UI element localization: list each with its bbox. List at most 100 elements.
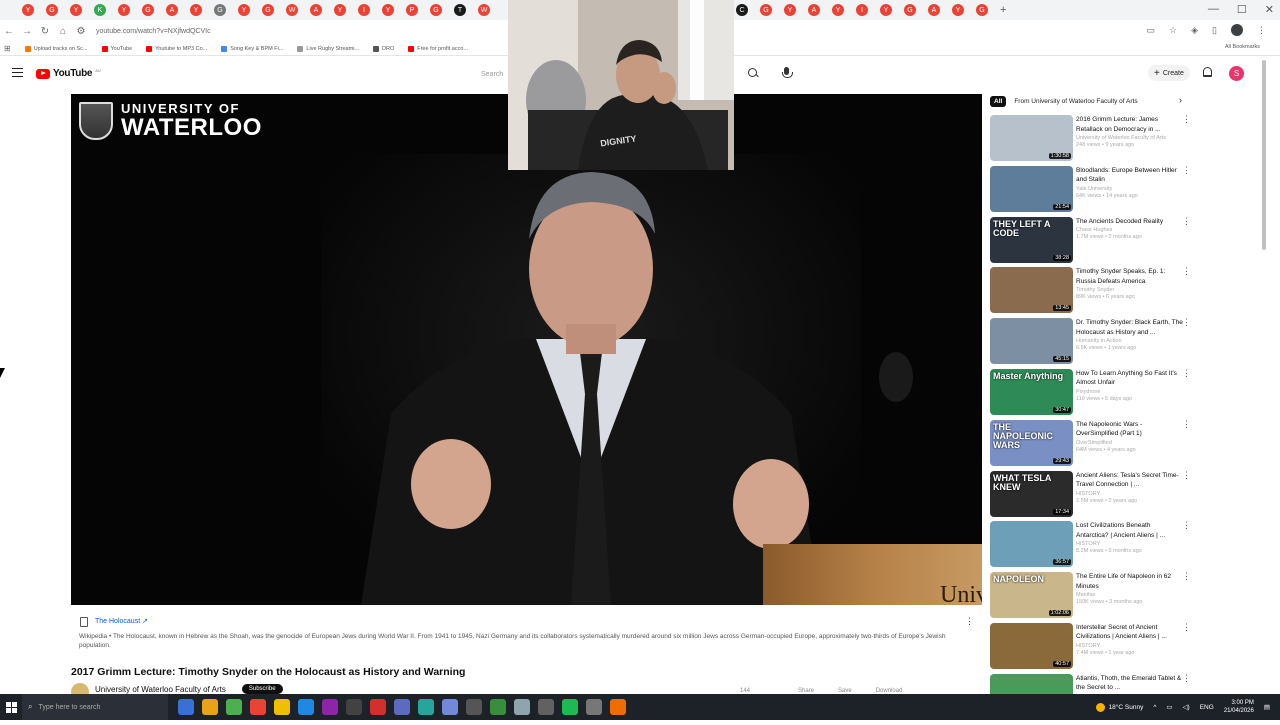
recommendation-channel[interactable]: Humanity in Action [1076,338,1183,344]
recommendation-title[interactable]: 2016 Grimm Lecture: James Retallack on D… [1076,115,1183,134]
maximize-icon[interactable]: ☐ [1237,3,1247,16]
taskbar-app-icon[interactable] [514,699,530,715]
browser-tab[interactable]: A [928,4,940,16]
recommendation-title[interactable]: How To Learn Anything So Fast It's Almos… [1076,369,1183,388]
browser-tab[interactable]: I [856,4,868,16]
video-thumbnail[interactable]: 13:45 [990,267,1073,314]
sidebar-icon[interactable]: ▯ [1212,25,1217,36]
new-tab-icon[interactable]: + [1000,4,1006,16]
forward-icon[interactable]: → [18,26,36,37]
browser-tab[interactable]: Y [952,4,964,16]
taskbar-app-icon[interactable] [250,699,266,715]
extensions-icon[interactable]: ◈ [1191,25,1198,36]
taskbar-app-icon[interactable] [346,699,362,715]
more-options-icon[interactable]: ⋮ [1182,318,1191,327]
recommendation-title[interactable]: The Entire Life of Napoleon in 62 Minute… [1076,572,1183,591]
browser-tab[interactable]: G [976,4,988,16]
cast-icon[interactable]: ▭ [1147,25,1156,36]
search-icon[interactable] [748,68,757,77]
browser-tab[interactable]: W [478,4,490,16]
browser-tab[interactable]: Y [832,4,844,16]
video-player[interactable]: Univ UNIVERSITY OF WATERLOO [71,94,982,605]
bookmark-item[interactable]: Upload tracks on Sc... [24,45,88,52]
url-field[interactable]: youtube.com/watch?v=NXjfwdQCVIc [96,28,211,35]
recommendation-title[interactable]: Atlantis, Thoth, the Emerald Tablet & th… [1076,674,1183,693]
back-icon[interactable]: ← [0,26,18,37]
bookmark-star-icon[interactable]: ☆ [1169,25,1177,36]
browser-tab[interactable]: I [358,4,370,16]
more-options-icon[interactable]: ⋮ [1182,267,1191,276]
notifications-icon[interactable]: ▤ [1264,703,1270,711]
recommendation-title[interactable]: Timothy Snyder Speaks, Ep. 1: Russia Def… [1076,267,1183,286]
browser-tab[interactable]: G [46,4,58,16]
recommendation-title[interactable]: The Ancients Decoded Reality [1076,217,1183,227]
chevron-up-icon[interactable]: ^ [1153,704,1156,711]
browser-tab[interactable]: Y [70,4,82,16]
taskbar-app-icon[interactable] [370,699,386,715]
taskbar-app-icon[interactable] [466,699,482,715]
browser-tab[interactable]: C [736,4,748,16]
subscribe-button[interactable]: Subscribe [241,684,283,694]
close-icon[interactable]: ✕ [1265,3,1274,16]
video-thumbnail[interactable]: WHAT TESLA KNEW 17:34 [990,470,1073,517]
recommendation-channel[interactable]: Yale University [1076,186,1183,192]
bookmark-item[interactable]: Youtube to MP3 Co... [146,45,207,52]
recommendation-title[interactable]: Interstellar Secret of Ancient Civilizat… [1076,623,1183,642]
recommendation-channel[interactable]: Pixydrone [1076,389,1183,395]
windows-start-icon[interactable] [0,694,22,720]
browser-tab[interactable]: Y [22,4,34,16]
browser-tab[interactable]: G [430,4,442,16]
more-options-icon[interactable]: ⋮ [965,616,974,627]
taskbar-app-icon[interactable] [418,699,434,715]
recommendation-channel[interactable]: Timothy Snyder [1076,287,1183,293]
more-options-icon[interactable]: ⋮ [1182,419,1191,429]
more-options-icon[interactable]: ⋮ [1182,673,1191,683]
search-input[interactable]: Search [476,71,503,78]
create-button[interactable]: + Create [1148,65,1190,81]
channel-name[interactable]: University of Waterloo Faculty of Arts [95,685,226,694]
recommendation-item[interactable]: 40:57 Interstellar Secret of Ancient Civi… [990,622,1200,674]
volume-icon[interactable]: ◁) [1183,703,1190,711]
recommendation-item[interactable]: NAPOLEON 1:02:06 The Entire Life of Napole… [990,572,1200,623]
video-thumbnail[interactable]: THEY LEFT A CODE 38:28 [990,216,1073,263]
bookmark-item[interactable]: YouTube [101,45,132,52]
recommendation-channel[interactable]: University of Waterloo Faculty of Arts [1076,135,1183,141]
recommendation-item[interactable]: 1:30:58 2016 Grimm Lecture: James Retalla… [990,115,1200,166]
browser-tab[interactable]: G [142,4,154,16]
more-options-icon[interactable]: ⋮ [1182,115,1191,124]
chevron-right-icon[interactable]: › [1179,95,1182,105]
bookmark-item[interactable]: Song Key & BPM Fi... [221,45,283,52]
taskbar-app-icon[interactable] [394,699,410,715]
recommendation-channel[interactable]: HISTORY [1076,541,1183,547]
recommendation-item[interactable]: 45:15 Dr. Timothy Snyder: Black Earth, Th… [990,318,1200,369]
video-thumbnail[interactable]: 36:57 [990,521,1073,568]
bookmark-item[interactable]: Live Rugby Streami... [297,45,359,52]
recommendation-item[interactable]: WHAT TESLA KNEW 17:34 Ancient Aliens: Tesl… [990,470,1200,522]
browser-tab[interactable]: G [760,4,772,16]
recommendation-channel[interactable]: Manifas [1076,592,1183,598]
chip-all[interactable]: All [990,95,1007,107]
more-options-icon[interactable]: ⋮ [1182,216,1191,226]
recommendation-item[interactable]: 21:54 Bloodlands: Europe Between Hitler a… [990,165,1200,217]
video-thumbnail[interactable]: 21:54 [990,165,1073,212]
recommendation-channel[interactable]: Chase Hughes [1076,227,1183,233]
bookmark-item[interactable]: DRO [373,45,394,52]
more-options-icon[interactable]: ⋮ [1182,521,1191,530]
browser-tab[interactable]: P [406,4,418,16]
microphone-icon[interactable] [782,67,793,78]
scrollbar[interactable] [1262,60,1266,250]
recommendation-item[interactable]: 36:57 Lost Civilizations Beneath Antarcti… [990,521,1200,572]
video-thumbnail[interactable]: 40:57 [990,622,1073,669]
taskbar-app-icon[interactable] [442,699,458,715]
recommendation-title[interactable]: The Napoleonic Wars - OverSimplified (Pa… [1076,420,1183,439]
reload-icon[interactable]: ↻ [36,26,54,37]
bookmark-item[interactable]: Free for profit acco... [408,45,468,52]
browser-tab[interactable]: Y [190,4,202,16]
browser-tab[interactable]: Y [382,4,394,16]
recommendation-channel[interactable]: HISTORY [1076,643,1183,649]
taskbar-app-icon[interactable] [322,699,338,715]
taskbar-app-icon[interactable] [562,699,578,715]
taskbar-search[interactable]: ⌕ Type here to search [22,694,168,720]
recommendation-title[interactable]: Dr. Timothy Snyder: Black Earth, The Hol… [1076,318,1183,337]
clock[interactable]: 3:00 PM 21/04/2026 [1224,699,1254,715]
